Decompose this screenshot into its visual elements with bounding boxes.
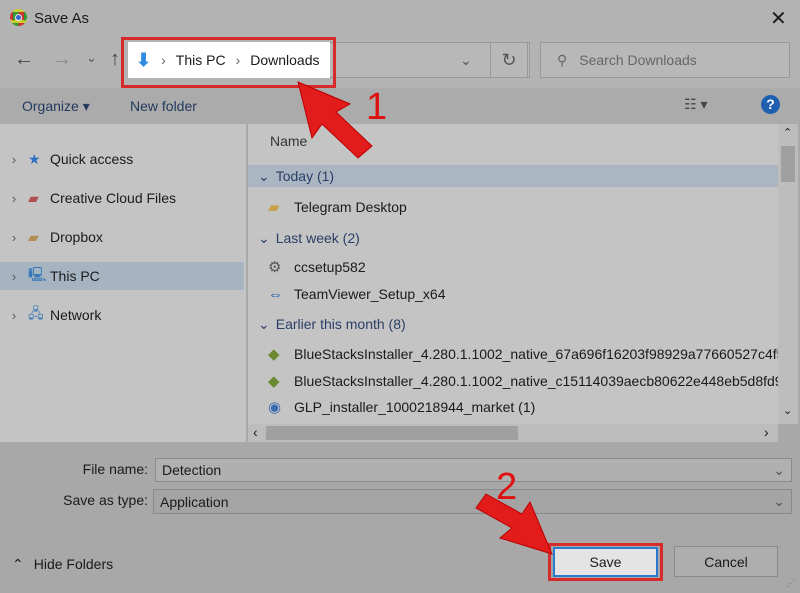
annotation-step-2: 2 xyxy=(496,466,518,508)
annotation-arrows xyxy=(297,81,553,555)
annotation-step-1: 1 xyxy=(366,86,388,128)
arrow-1-icon xyxy=(297,81,373,159)
